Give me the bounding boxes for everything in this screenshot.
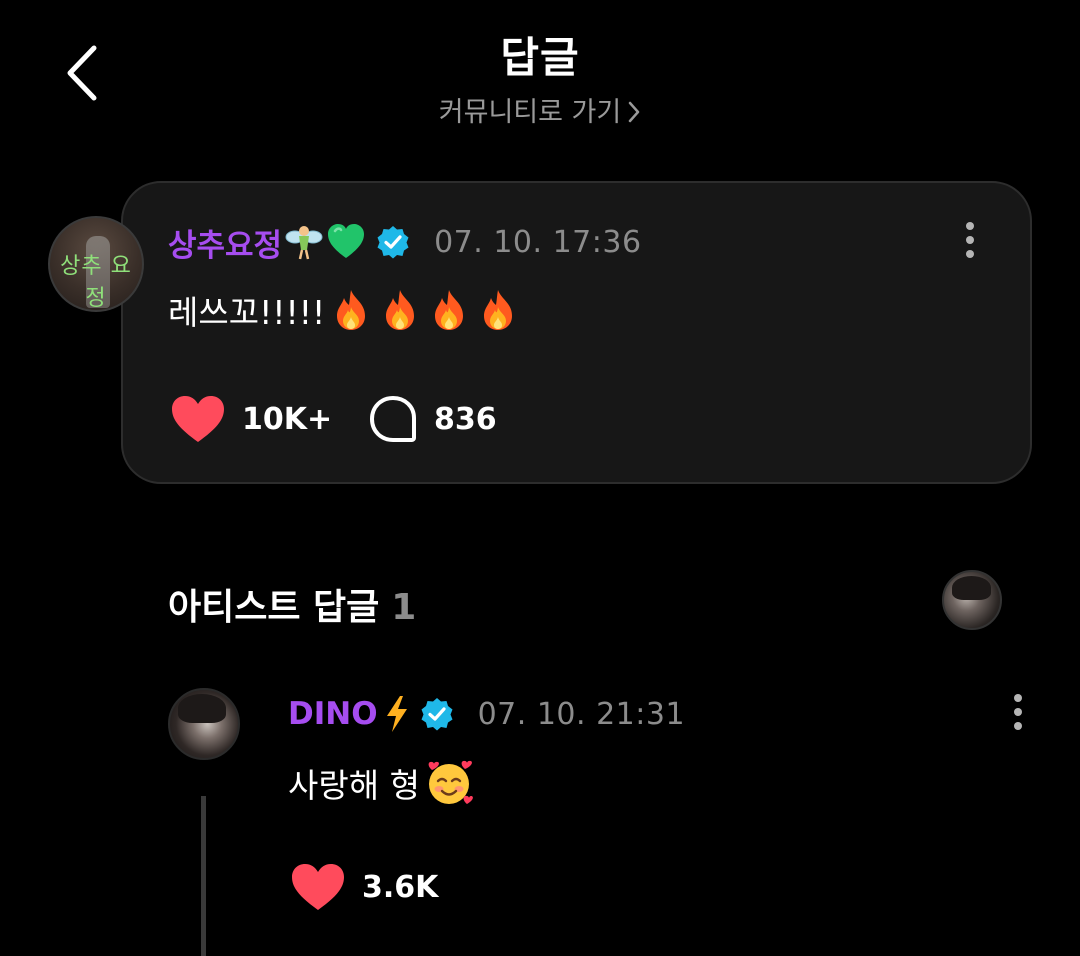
verified-badge-icon: [421, 698, 453, 731]
artist-replies-count: 1: [391, 587, 417, 628]
fire-emoji-icon: [337, 290, 366, 330]
heart-icon: [292, 864, 344, 910]
reply-author-avatar[interactable]: [168, 688, 240, 760]
post-like-count: 10K+: [242, 401, 333, 437]
reply-page: 답글 커뮤니티로 가기 상추 요정 상추요정 07. 10. 17:36 레쓰꼬…: [0, 0, 1080, 956]
post-body: 레쓰꼬!!!!!: [168, 286, 521, 334]
reply-more-options-button[interactable]: [1008, 694, 1028, 738]
avatar-text: 상추 요정: [60, 254, 132, 311]
reply-header: DINO 07. 10. 21:31: [288, 692, 685, 736]
post-comment-count: 836: [434, 401, 497, 437]
reply-text: 사랑해 형: [288, 766, 420, 805]
smiling-face-with-hearts-icon: [428, 760, 473, 804]
fire-emoji-icon: [435, 290, 464, 330]
post-like-button[interactable]: 10K+: [170, 394, 332, 444]
post-header: 상추요정 07. 10. 17:36: [168, 220, 642, 264]
dot: [1014, 694, 1022, 702]
lightning-emoji-icon: [386, 696, 407, 732]
comment-bubble-icon: [370, 396, 416, 442]
fairy-emoji-icon: [285, 226, 323, 260]
fire-emoji-icon: [386, 290, 415, 330]
green-heart-icon: [328, 224, 365, 258]
artist-replies-heading: 아티스트 답글 1: [168, 578, 416, 630]
thread-line: [201, 796, 206, 956]
dot: [1014, 708, 1022, 716]
dot: [966, 250, 974, 258]
dot: [1014, 722, 1022, 730]
fire-emoji-icon: [484, 290, 513, 330]
reply-body: 사랑해 형: [288, 758, 474, 808]
post-author-avatar[interactable]: 상추 요정: [48, 216, 144, 312]
avatar-hair: [952, 576, 992, 600]
reply-timestamp: 07. 10. 21:31: [477, 696, 686, 732]
reply-author-name[interactable]: DINO: [288, 696, 378, 732]
go-to-community-link[interactable]: 커뮤니티로 가기: [0, 90, 1080, 129]
chevron-right-icon: [628, 101, 640, 123]
heart-icon: [172, 396, 224, 442]
post-comment-button[interactable]: 836: [368, 394, 497, 444]
artist-replies-title: 아티스트 답글: [168, 587, 380, 628]
dot: [966, 236, 974, 244]
post-more-options-button[interactable]: [960, 222, 980, 266]
page-title: 답글: [500, 33, 580, 82]
reply-like-button[interactable]: 3.6K: [290, 862, 438, 912]
post-author-name[interactable]: 상추요정: [168, 220, 282, 265]
verified-badge-icon: [377, 226, 409, 259]
community-link-label: 커뮤니티로 가기: [438, 97, 622, 128]
reply-like-count: 3.6K: [362, 869, 439, 905]
dot: [966, 222, 974, 230]
post-timestamp: 07. 10. 17:36: [434, 224, 642, 260]
artist-avatar[interactable]: [942, 570, 1002, 630]
avatar-hair: [178, 694, 226, 723]
post-text: 레쓰꼬!!!!!: [168, 293, 326, 332]
